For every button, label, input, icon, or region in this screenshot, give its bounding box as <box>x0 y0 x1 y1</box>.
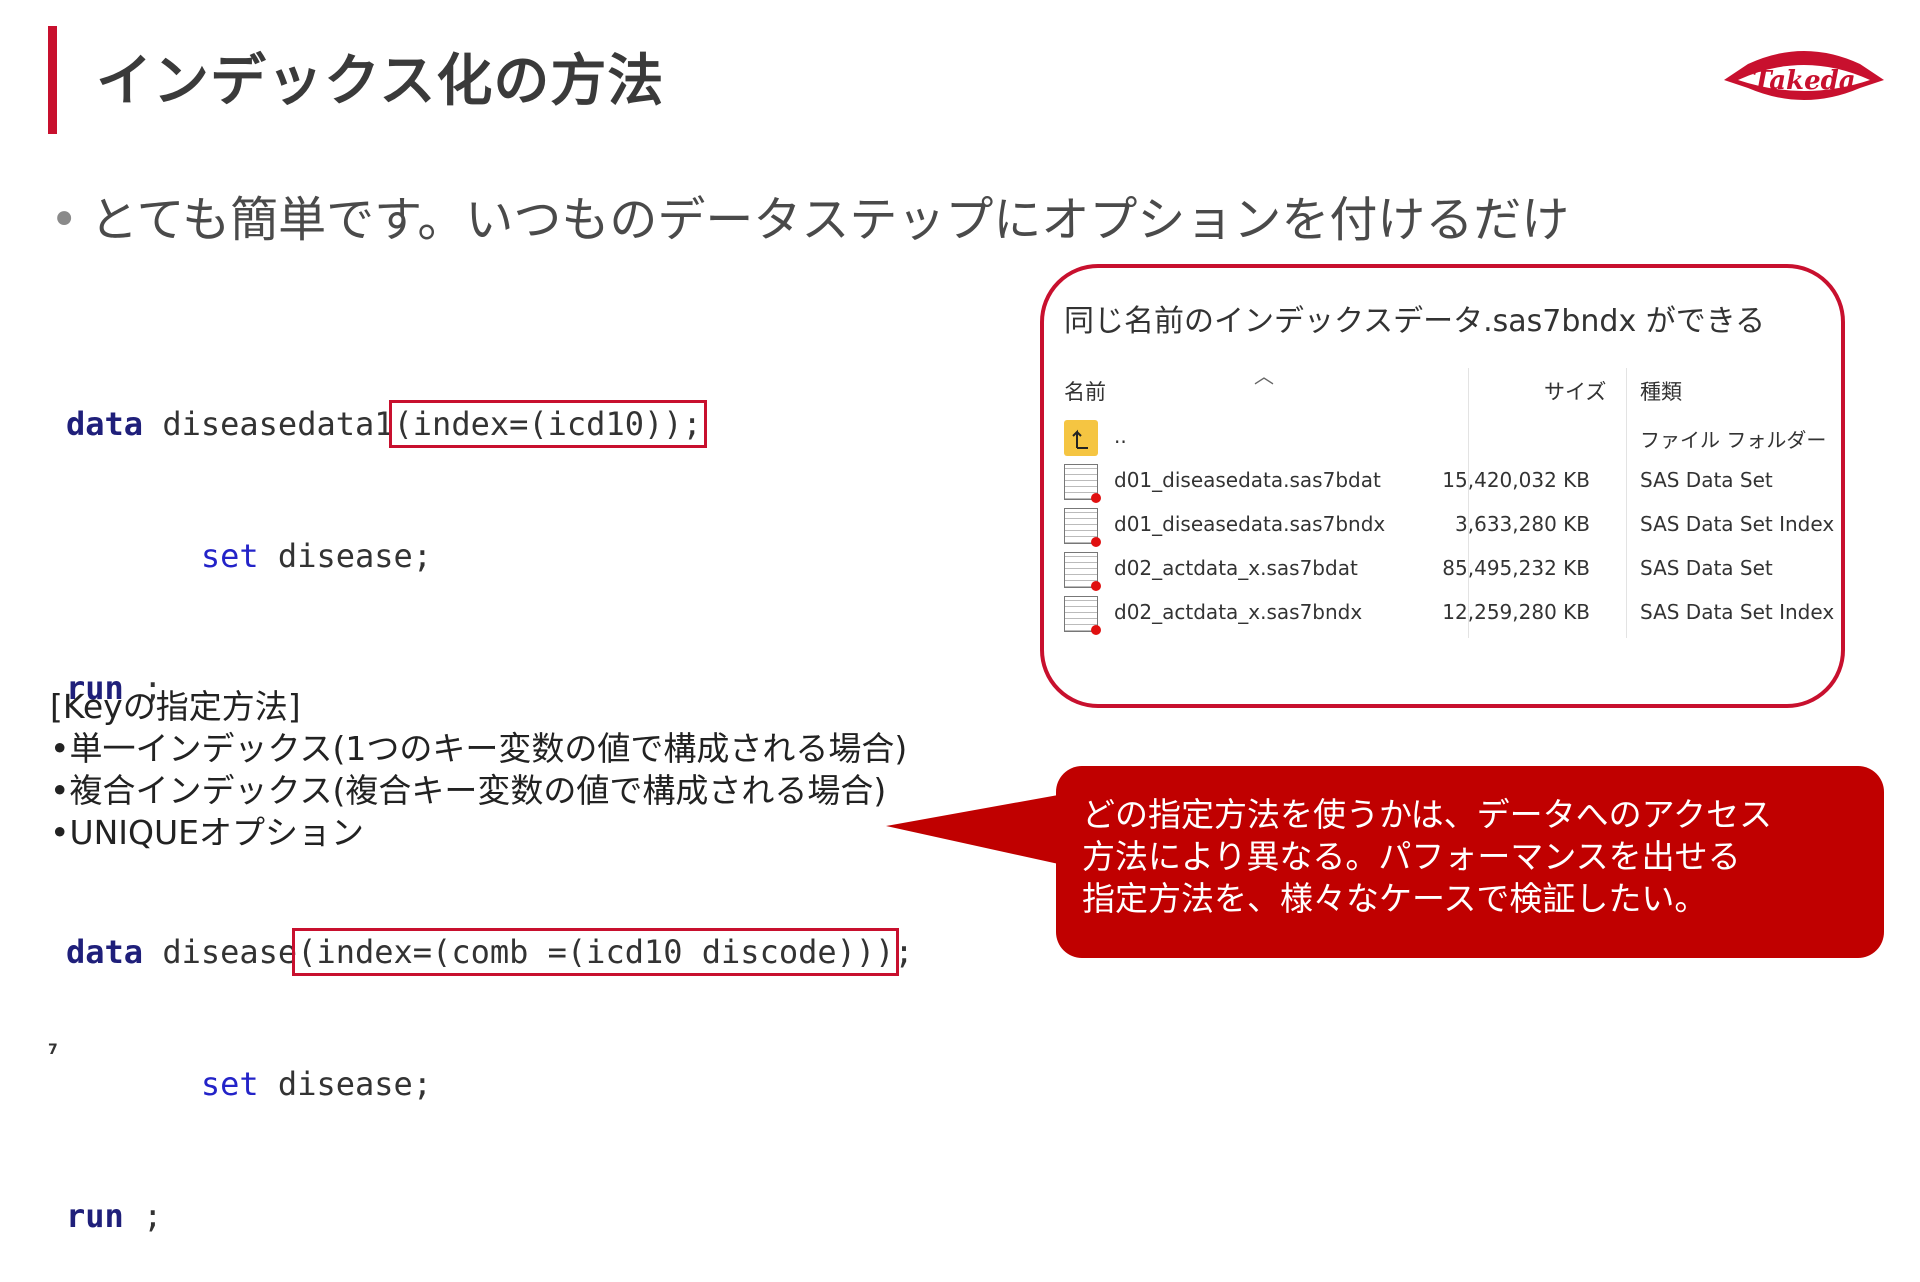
takeda-logo: Takeda <box>1724 51 1884 100</box>
sas-dataset-icon <box>1064 464 1101 503</box>
code-text: disease; <box>258 1065 433 1103</box>
key-spec-item: •複合インデックス(複合キー変数の値で構成される場合) <box>50 771 887 810</box>
code-text: ; <box>123 1197 163 1235</box>
file-name: d02_actdata_x.sas7bndx <box>1114 600 1363 624</box>
main-bullet: • とても簡単です。いつものデータステップにオプションを付けるだけ <box>50 180 1569 250</box>
sas-dataset-icon <box>1064 552 1101 591</box>
sort-ascending-icon[interactable]: ︿ <box>1254 360 1274 389</box>
callout-line: どの指定方法を使うかは、データへのアクセス <box>1082 795 1773 834</box>
file-type: SAS Data Set Index <box>1640 512 1835 536</box>
file-name: d02_actdata_x.sas7bdat <box>1114 556 1358 580</box>
code-keyword: data <box>66 933 144 971</box>
column-header-name[interactable]: 名前 <box>1064 376 1106 406</box>
file-row[interactable]: d02_actdata_x.sas7bdat 85,495,232 KB SAS… <box>1060 548 1820 592</box>
file-size: 15,420,032 KB <box>1442 468 1590 492</box>
code-line: set disease; <box>66 534 914 578</box>
file-name: .. <box>1114 424 1127 448</box>
bullet-dot: • <box>50 192 79 248</box>
file-name: d01_diseasedata.sas7bdat <box>1114 468 1381 492</box>
code-text: diseasedata1 <box>143 405 394 443</box>
key-spec-item: •単一インデックス(1つのキー変数の値で構成される場合) <box>50 729 908 768</box>
file-type: ファイル フォルダー <box>1640 428 1827 452</box>
code-text: disease; <box>258 537 433 575</box>
page-number: 7 <box>48 1042 58 1058</box>
callout-line: 方法により異なる。パフォーマンスを出せる <box>1082 837 1741 876</box>
folder-up-icon <box>1064 420 1098 456</box>
svg-text:Takeda: Takeda <box>1752 66 1855 96</box>
file-type: SAS Data Set Index <box>1640 600 1835 624</box>
file-type: SAS Data Set <box>1640 468 1773 492</box>
file-size: 85,495,232 KB <box>1442 556 1590 580</box>
key-spec-item: •UNIQUEオプション <box>50 813 365 852</box>
page-title: インデックス化の方法 <box>96 49 665 114</box>
code-text: ; <box>894 933 914 971</box>
explorer-caption: 同じ名前のインデックスデータ.sas7bndx ができる <box>1064 304 1766 339</box>
file-explorer-panel: 同じ名前のインデックスデータ.sas7bndx ができる ︿ 名前 サイズ 種類… <box>1040 264 1845 708</box>
code-highlight: (index=(comb =(icd10 discode))) <box>292 928 900 976</box>
code-line: data diseasedata1(index=(icd10)); <box>66 400 914 448</box>
sas-index-icon <box>1064 508 1101 547</box>
callout-box: どの指定方法を使うかは、データへのアクセス 方法により異なる。パフォーマンスを出… <box>1056 766 1884 958</box>
key-spec-heading: [Keyの指定方法] <box>50 687 301 726</box>
file-size: 3,633,280 KB <box>1455 512 1590 536</box>
code-line: data disease(index=(comb =(icd10 discode… <box>66 928 914 976</box>
file-row[interactable]: d01_diseasedata.sas7bdat 15,420,032 KB S… <box>1060 460 1820 504</box>
bullet-text: とても簡単です。いつものデータステップにオプションを付けるだけ <box>90 192 1570 248</box>
file-row[interactable]: .. ファイル フォルダー <box>1060 416 1826 460</box>
file-type: SAS Data Set <box>1640 556 1773 580</box>
file-size: 12,259,280 KB <box>1442 600 1590 624</box>
sas-index-icon <box>1064 596 1101 635</box>
key-spec-list: [Keyの指定方法] •単一インデックス(1つのキー変数の値で構成される場合) … <box>50 686 907 854</box>
code-keyword: data <box>66 405 144 443</box>
code-text: disease <box>143 933 298 971</box>
code-keyword: set <box>200 537 259 575</box>
file-row[interactable]: d01_diseasedata.sas7bndx 3,633,280 KB SA… <box>1060 504 1834 548</box>
code-line: set disease; <box>66 1062 914 1106</box>
column-header-size[interactable]: サイズ <box>1544 376 1606 406</box>
column-header-type[interactable]: 種類 <box>1640 376 1682 406</box>
callout-line: 指定方法を、様々なケースで検証したい。 <box>1082 879 1708 918</box>
file-name: d01_diseasedata.sas7bndx <box>1114 512 1386 536</box>
code-line: run ; <box>66 1194 914 1238</box>
code-keyword: run <box>66 1197 124 1235</box>
code-highlight: (index=(icd10)); <box>388 400 707 448</box>
code-keyword: set <box>200 1065 259 1103</box>
file-row[interactable]: d02_actdata_x.sas7bndx 12,259,280 KB SAS… <box>1060 592 1834 636</box>
title-accent-bar <box>48 26 57 134</box>
callout-text: どの指定方法を使うかは、データへのアクセス 方法により異なる。パフォーマンスを出… <box>1082 794 1772 920</box>
